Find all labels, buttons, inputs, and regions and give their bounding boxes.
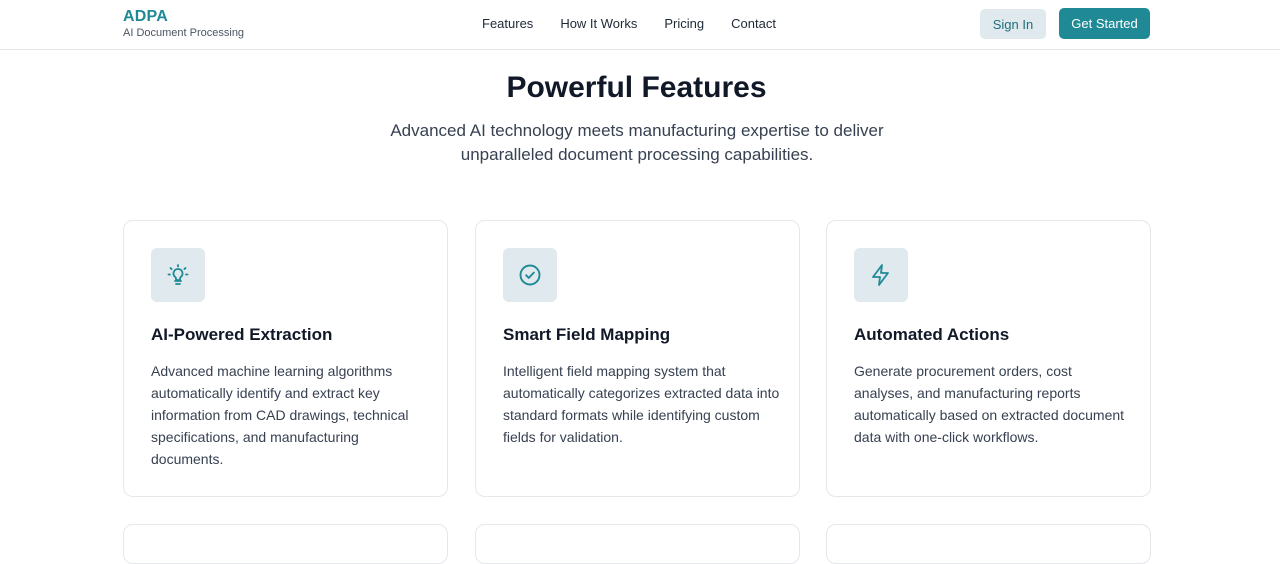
feature-card-partial	[826, 524, 1151, 564]
feature-card-partial	[475, 524, 800, 564]
feature-icon-box	[854, 248, 908, 302]
nav-link-how-it-works[interactable]: How It Works	[560, 16, 637, 32]
feature-card-smart-mapping: Smart Field Mapping Intelligent field ma…	[475, 220, 800, 497]
section-title: Powerful Features	[506, 71, 767, 104]
lightning-icon	[872, 264, 889, 286]
nav-link-features[interactable]: Features	[482, 16, 533, 32]
section-subtitle: Advanced AI technology meets manufacturi…	[390, 121, 884, 164]
feature-card-automated-actions: Automated Actions Generate procurement o…	[826, 220, 1151, 497]
feature-description: Generate procurement orders, cost analys…	[854, 363, 1125, 445]
feature-title: Automated Actions	[854, 325, 1010, 344]
lightbulb-icon	[167, 264, 189, 285]
feature-card-partial	[123, 524, 448, 564]
feature-card-ai-extraction: AI-Powered Extraction Advanced machine l…	[123, 220, 448, 497]
brand-logo[interactable]: ADPA AI Document Processing	[123, 8, 244, 40]
get-started-button[interactable]: Get Started	[1059, 8, 1150, 39]
nav-link-contact[interactable]: Contact	[731, 16, 776, 32]
nav-links: Features How It Works Pricing Contact	[482, 16, 776, 32]
brand-tagline: AI Document Processing	[123, 27, 245, 39]
feature-title: AI-Powered Extraction	[151, 325, 333, 344]
feature-description: Advanced machine learning algorithms aut…	[151, 363, 409, 467]
brand-name: ADPA	[123, 8, 168, 25]
feature-description: Intelligent field mapping system that au…	[503, 363, 780, 445]
feature-title: Smart Field Mapping	[503, 325, 671, 344]
nav-link-pricing[interactable]: Pricing	[664, 16, 704, 32]
feature-icon-box	[503, 248, 557, 302]
sign-in-button[interactable]: Sign In	[980, 9, 1046, 39]
feature-icon-box	[151, 248, 205, 302]
check-circle-icon	[519, 264, 541, 286]
top-navbar: ADPA AI Document Processing Features How…	[0, 0, 1280, 50]
